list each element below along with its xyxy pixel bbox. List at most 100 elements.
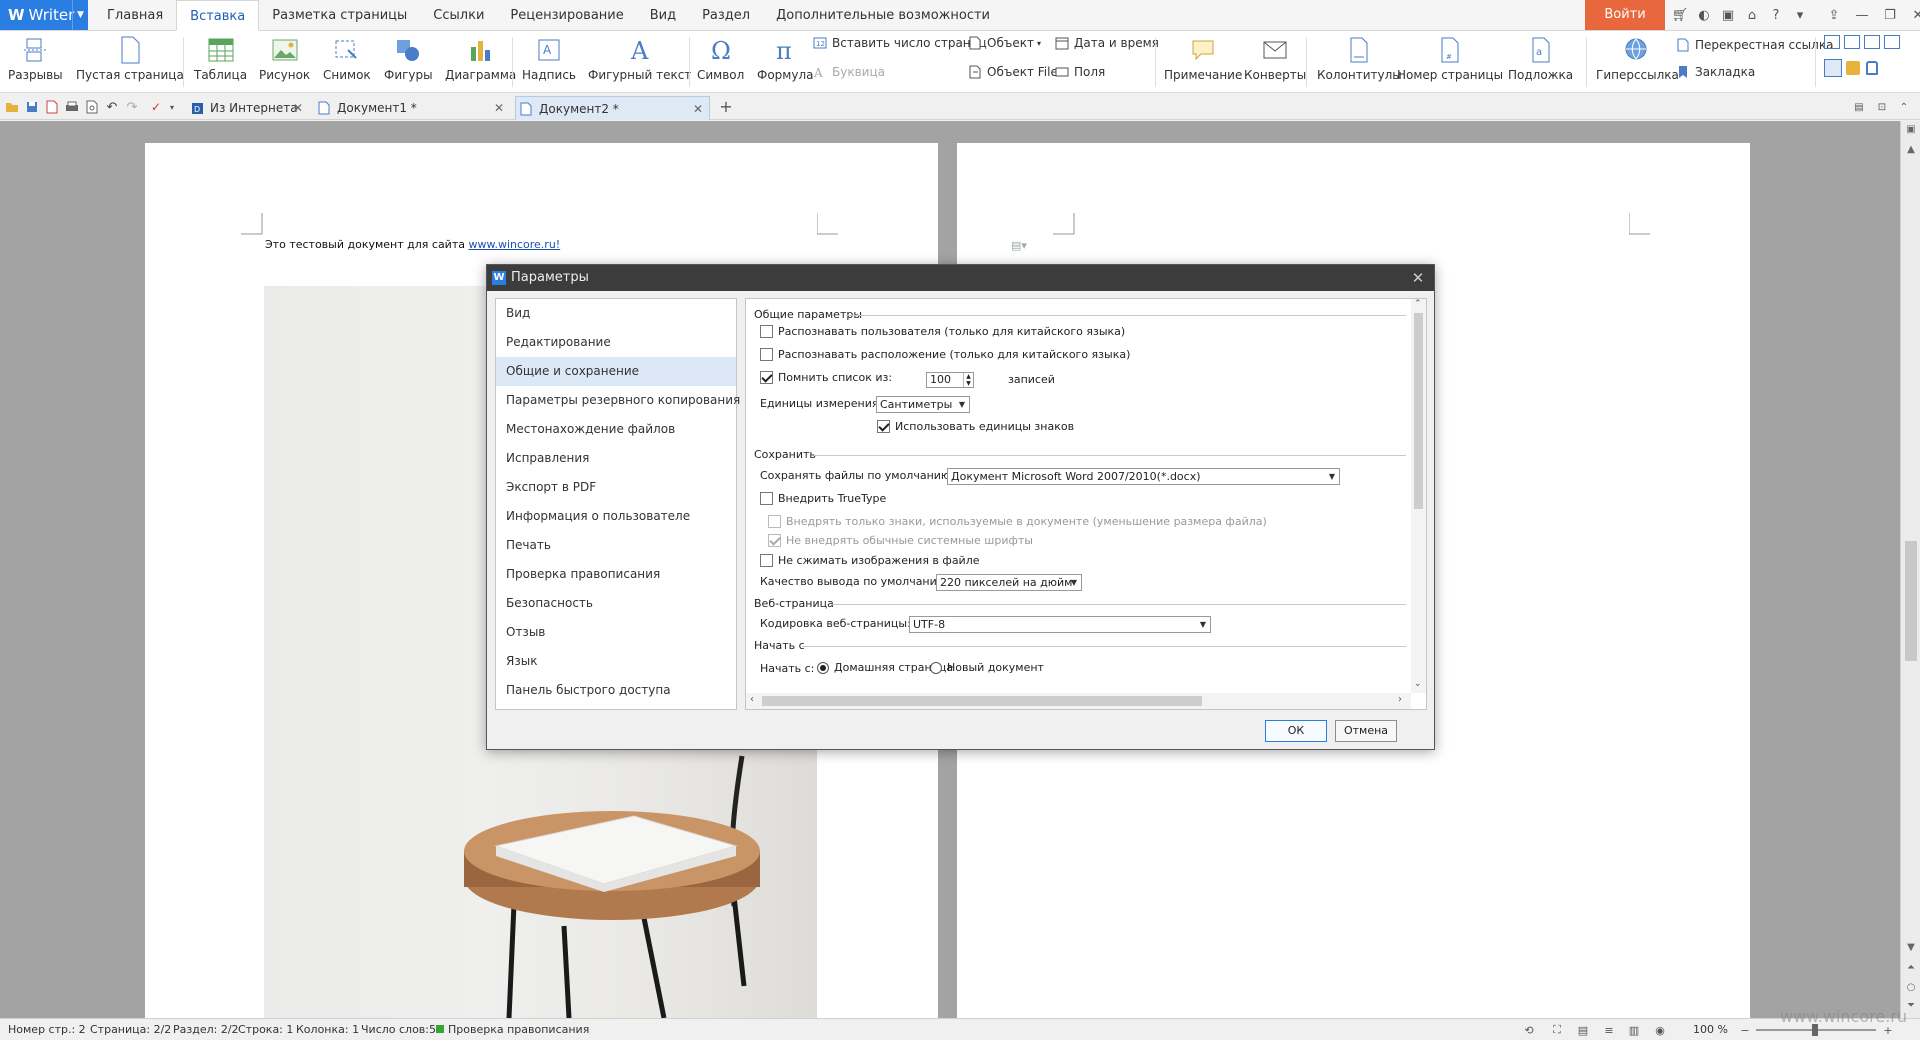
vertical-scrollbar[interactable]: ▣ ▲ ▼ ⏶ ○ ⏷ xyxy=(1900,121,1920,1018)
collapse-ribbon-icon[interactable]: ⌃ xyxy=(1896,99,1912,115)
ok-button[interactable]: ОК xyxy=(1265,720,1327,742)
web-view-icon[interactable]: ▥ xyxy=(1626,1022,1642,1038)
encoding-select[interactable]: UTF-8 ▼ xyxy=(909,616,1211,633)
document-text[interactable]: Это тестовый документ для сайта www.winc… xyxy=(265,238,560,251)
doc-tab-document2[interactable]: Документ2 * ✕ xyxy=(515,96,710,120)
char-units-checkbox[interactable] xyxy=(877,420,890,433)
nav-language[interactable]: Язык xyxy=(496,647,736,676)
envelopes-button[interactable]: Конверты xyxy=(1244,31,1306,93)
object-button[interactable]: Объект ▾ xyxy=(967,33,1041,53)
share-icon[interactable]: ⊡ xyxy=(1874,99,1890,115)
field-button[interactable]: Поля xyxy=(1054,62,1105,82)
doc-tab-internet[interactable]: D Из Интернета ✕ xyxy=(187,96,309,120)
feedback-icon[interactable]: ▣ xyxy=(1716,0,1740,30)
dropcap-button[interactable]: A Буквица xyxy=(812,62,885,82)
object-file-button[interactable]: Объект File xyxy=(967,62,1058,82)
doc-tab-document1[interactable]: Документ1 * ✕ xyxy=(314,96,510,120)
form3-icon[interactable] xyxy=(1864,35,1880,49)
nav-general-save[interactable]: Общие и сохранение xyxy=(496,357,736,386)
start-home-radio[interactable] xyxy=(817,661,829,674)
watermark-button[interactable]: a Подложка xyxy=(1508,31,1573,93)
backup-icon[interactable]: ⟲ xyxy=(1521,1022,1537,1038)
nav-user-info[interactable]: Информация о пользователе xyxy=(496,502,736,531)
char-units-option[interactable]: Использовать единицы знаков xyxy=(877,420,1074,433)
shapes-button[interactable]: Фигуры xyxy=(384,31,433,93)
tab-home[interactable]: Главная xyxy=(94,0,176,30)
form-icon[interactable] xyxy=(1824,35,1840,49)
tab-section[interactable]: Раздел xyxy=(689,0,763,30)
save-icon[interactable] xyxy=(24,99,40,115)
stepper-arrows-icon[interactable]: ▲ ▼ xyxy=(963,373,973,387)
maximize-button[interactable]: ❐ xyxy=(1876,0,1904,30)
skin-icon[interactable]: ◐ xyxy=(1692,0,1716,30)
lock-icon[interactable] xyxy=(1866,61,1878,75)
tab-extras[interactable]: Дополнительные возможности xyxy=(763,0,1003,30)
nav-track-changes[interactable]: Исправления xyxy=(496,444,736,473)
help-icon[interactable]: ? xyxy=(1764,0,1788,30)
cross-ref-button[interactable]: Перекрестная ссылка xyxy=(1675,35,1833,55)
form2-icon[interactable] xyxy=(1844,35,1860,49)
zoom-level[interactable]: 100 % xyxy=(1693,1023,1728,1036)
scroll-down-icon[interactable]: ⌄ xyxy=(1414,679,1422,689)
table-button[interactable]: Таблица xyxy=(194,31,247,93)
panel-icon[interactable]: ▤ xyxy=(1851,99,1867,115)
close-tab-icon[interactable]: ✕ xyxy=(293,101,303,115)
status-page-number[interactable]: Номер стр.: 2 xyxy=(8,1023,86,1036)
picture-button[interactable]: Рисунок xyxy=(259,31,310,93)
datetime-button[interactable]: Дата и время xyxy=(1054,33,1159,53)
format-painter-icon[interactable]: ✓ xyxy=(148,99,164,115)
insert-page-count-button[interactable]: 12 Вставить число страниц xyxy=(812,33,987,53)
options-horizontal-scrollbar[interactable]: ‹ › xyxy=(746,693,1411,709)
remember-list-checkbox[interactable] xyxy=(760,371,773,384)
quality-select[interactable]: 220 пикселей на дюйм ▼ xyxy=(936,574,1082,591)
comment-button[interactable]: Примечание xyxy=(1164,31,1242,93)
options-vertical-scrollbar[interactable]: ⌃ ⌄ xyxy=(1411,299,1426,693)
bookmark-button[interactable]: Закладка xyxy=(1675,62,1755,82)
units-select[interactable]: Сантиметры ▼ xyxy=(876,396,970,413)
form4-icon[interactable] xyxy=(1884,35,1900,49)
nav-print[interactable]: Печать xyxy=(496,531,736,560)
login-button[interactable]: Войти xyxy=(1585,0,1665,30)
wordart-button[interactable]: A Фигурный текст xyxy=(588,31,691,93)
recognize-user-option[interactable]: Распознавать пользователя (только для ки… xyxy=(760,325,1125,338)
qa-more-icon[interactable]: ▾ xyxy=(164,99,180,115)
scroll-up-icon[interactable]: ⌃ xyxy=(1414,299,1422,309)
status-word-count[interactable]: Число слов:5 xyxy=(361,1023,436,1036)
no-compress-images-option[interactable]: Не сжимать изображения в файле xyxy=(760,554,980,567)
close-button[interactable]: ✕ xyxy=(1904,0,1920,30)
zoom-slider[interactable] xyxy=(1756,1024,1876,1036)
focus-mode-icon[interactable]: ⛶ xyxy=(1549,1022,1565,1038)
select-browse-icon[interactable]: ○ xyxy=(1904,981,1918,995)
dialog-close-icon[interactable]: ✕ xyxy=(1408,265,1428,291)
redo-icon[interactable]: ↷ xyxy=(124,99,140,115)
cancel-button[interactable]: Отмена xyxy=(1335,720,1397,742)
page-number-button[interactable]: # Номер страницы xyxy=(1397,31,1503,93)
chart-button[interactable]: Диаграмма xyxy=(445,31,516,93)
scroll-thumb[interactable] xyxy=(1414,313,1423,509)
status-page[interactable]: Страница: 2/2 xyxy=(90,1023,171,1036)
recognize-location-option[interactable]: Распознавать расположение (только для ки… xyxy=(760,348,1130,361)
header-footer-button[interactable]: Колонтитулы xyxy=(1317,31,1402,93)
protect-eye-icon[interactable]: ◉ xyxy=(1652,1022,1668,1038)
no-compress-images-checkbox[interactable] xyxy=(760,554,773,567)
document-link[interactable]: www.wincore.ru! xyxy=(468,238,560,251)
status-spellcheck[interactable]: Проверка правописания xyxy=(436,1023,589,1036)
status-section[interactable]: Раздел: 2/2 xyxy=(173,1023,239,1036)
symbol-button[interactable]: Ω Символ xyxy=(697,31,744,93)
scroll-thumb[interactable] xyxy=(762,696,1202,706)
print-icon[interactable] xyxy=(64,99,80,115)
undo-icon[interactable]: ↶ xyxy=(104,99,120,115)
tab-page-layout[interactable]: Разметка страницы xyxy=(259,0,420,30)
tab-references[interactable]: Ссылки xyxy=(420,0,497,30)
recognize-location-checkbox[interactable] xyxy=(760,348,773,361)
nav-security[interactable]: Безопасность xyxy=(496,589,736,618)
blank-page-button[interactable]: Пустая страница xyxy=(76,31,184,93)
nav-spelling[interactable]: Проверка правописания xyxy=(496,560,736,589)
nav-quick-access[interactable]: Панель быстрого доступа xyxy=(496,676,736,705)
recognize-user-checkbox[interactable] xyxy=(760,325,773,338)
design-mode-icon[interactable] xyxy=(1824,59,1842,77)
tab-view[interactable]: Вид xyxy=(637,0,689,30)
tab-insert[interactable]: Вставка xyxy=(176,0,260,31)
remember-count-stepper[interactable]: 100 ▲ ▼ xyxy=(926,372,974,388)
pencil-icon[interactable] xyxy=(1846,61,1860,75)
